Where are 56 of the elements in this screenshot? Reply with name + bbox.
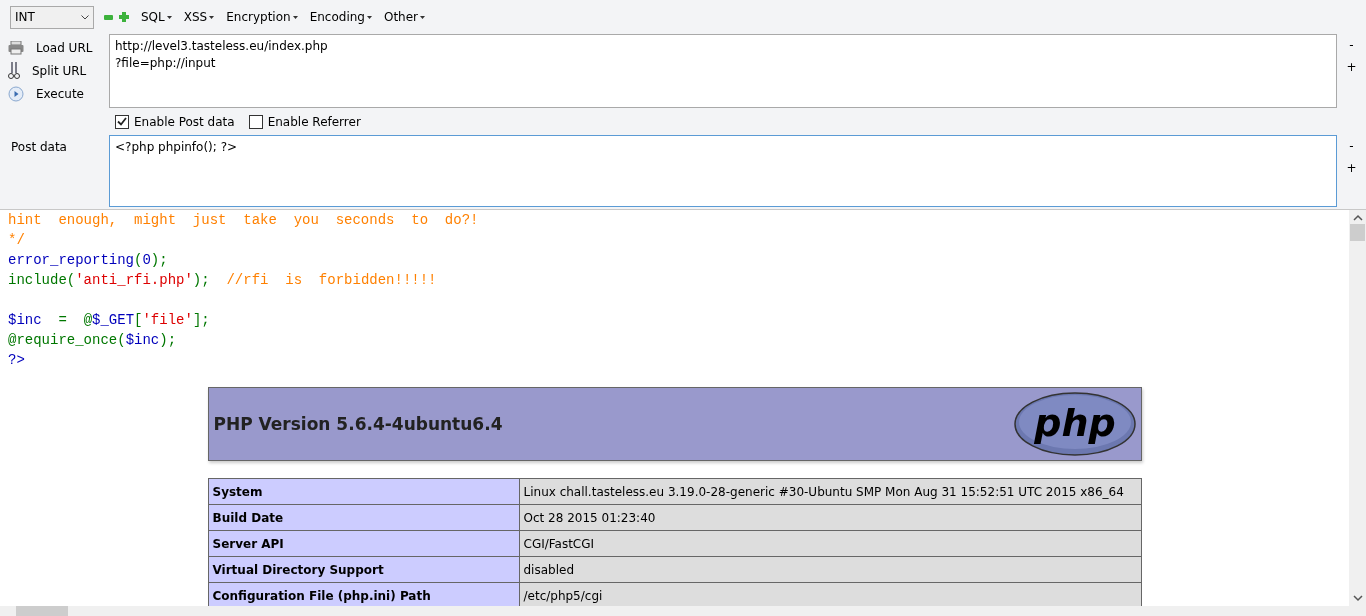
plus-icon[interactable] xyxy=(119,12,129,22)
caret-icon xyxy=(292,15,298,19)
scroll-thumb[interactable] xyxy=(16,606,68,616)
info-value: CGI/FastCGI xyxy=(519,531,1141,557)
info-key: Configuration File (php.ini) Path xyxy=(208,583,520,606)
minus-icon[interactable] xyxy=(104,14,113,20)
php-logo: php xyxy=(1013,392,1136,456)
info-key: System xyxy=(208,479,520,505)
scissors-icon xyxy=(8,61,20,80)
code-line: */ xyxy=(8,231,25,250)
horizontal-scrollbar[interactable] xyxy=(0,606,1366,616)
menu-item[interactable]: Other xyxy=(383,10,419,24)
scroll-down-icon[interactable] xyxy=(1352,594,1363,602)
field-label: Post data xyxy=(11,140,67,154)
info-value: /etc/php5/cgi xyxy=(519,583,1141,606)
caret-icon xyxy=(209,15,215,19)
info-value: Linux chall.tasteless.eu 3.19.0-28-generic #30-Ubuntu SMP Mon Aug 31 15:52:51 UTC 2015 x86_64 xyxy=(519,479,1141,505)
play-icon xyxy=(8,85,24,102)
expand-button[interactable]: + xyxy=(1346,161,1357,175)
vertical-scrollbar[interactable] xyxy=(1349,210,1366,606)
info-value: disabled xyxy=(519,557,1141,583)
scroll-up-icon[interactable] xyxy=(1352,214,1363,222)
checkbox[interactable] xyxy=(248,114,263,129)
menu-item[interactable]: Encryption xyxy=(226,10,291,24)
menu-item[interactable]: Encoding xyxy=(309,10,365,24)
menu-item[interactable]: SQL xyxy=(141,10,165,24)
info-value: Oct 28 2015 01:23:40 xyxy=(519,505,1141,531)
shrink-button[interactable]: - xyxy=(1349,38,1354,52)
scroll-thumb[interactable] xyxy=(1350,224,1365,241)
expand-button[interactable]: + xyxy=(1346,60,1357,74)
checkbox-label: Enable Post data xyxy=(134,114,235,129)
caret-icon xyxy=(420,15,426,19)
info-key: Virtual Directory Support xyxy=(208,557,520,583)
action-link[interactable]: Load URL xyxy=(36,40,93,55)
php-version-title: PHP Version 5.6.4-4ubuntu6.4 xyxy=(213,414,503,434)
checkbox[interactable] xyxy=(115,114,129,129)
shrink-button[interactable]: - xyxy=(1349,139,1354,153)
caret-icon xyxy=(166,15,172,19)
checkbox-label: Enable Referrer xyxy=(267,114,361,129)
info-key: Build Date xyxy=(208,505,520,531)
code-line: include('anti_rfi.php'); //rfi is forbidden!!!!! xyxy=(8,271,437,290)
mode-select[interactable]: INT xyxy=(10,5,94,29)
url-field[interactable]: http://level3.tasteless.eu/index.php ?file=php://input xyxy=(109,34,1337,108)
info-key: Server API xyxy=(208,531,520,557)
chevron-icon xyxy=(81,14,89,20)
code-line: $inc = @$_GET['file']; xyxy=(8,311,210,330)
code-line: ?> xyxy=(8,351,25,370)
code-line: @require_once($inc); xyxy=(8,331,177,350)
menu-item[interactable]: XSS xyxy=(183,10,208,24)
action-link[interactable]: Execute xyxy=(36,86,84,101)
code-line: error_reporting(0); xyxy=(8,251,168,270)
code-line: hint enough, might just take you seconds to do?! xyxy=(8,211,479,230)
action-link[interactable]: Split URL xyxy=(32,63,87,78)
printer-icon xyxy=(8,40,24,55)
post-data-field[interactable]: <?php phpinfo(); ?> xyxy=(109,135,1337,207)
caret-icon xyxy=(366,15,372,19)
